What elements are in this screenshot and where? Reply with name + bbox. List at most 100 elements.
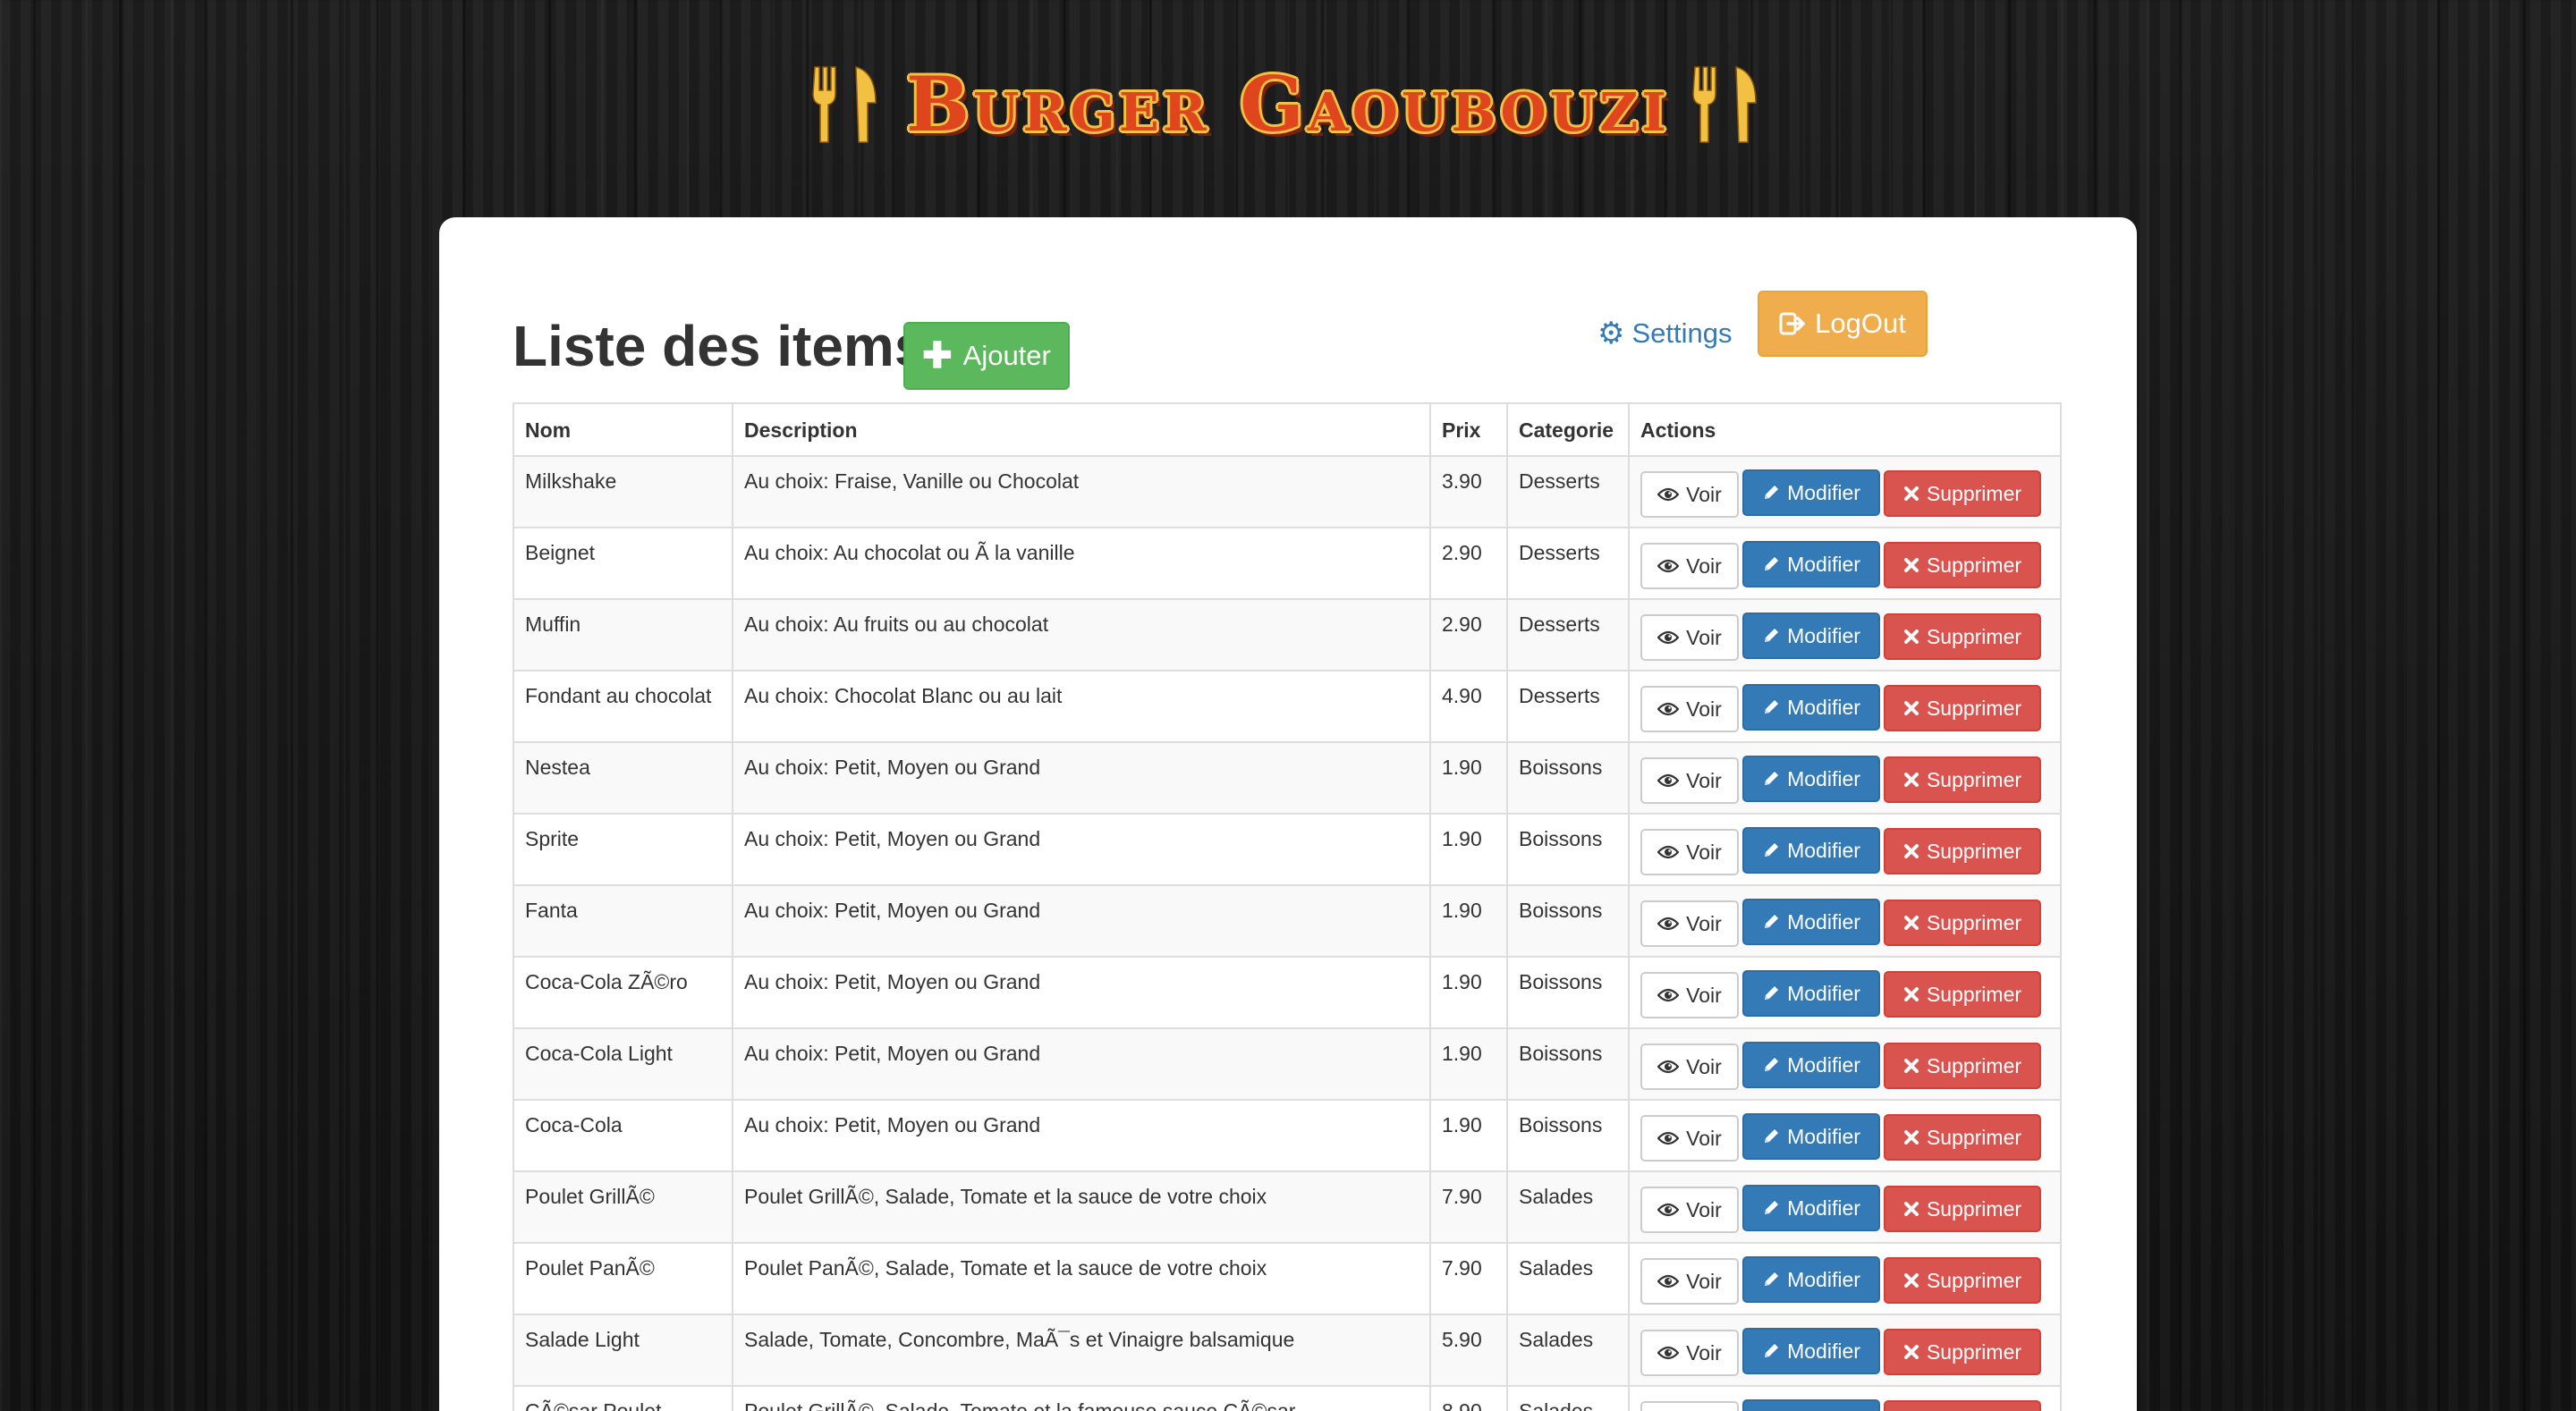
edit-button[interactable]: Modifier xyxy=(1742,756,1880,802)
cell-categorie: Desserts xyxy=(1506,455,1630,528)
edit-button[interactable]: Modifier xyxy=(1742,970,1880,1017)
delete-button[interactable]: Supprimer xyxy=(1884,1114,2041,1161)
cell-nom: Fondant au chocolat xyxy=(513,670,733,743)
cell-actions: Voir Modifier Supprimer xyxy=(1628,670,2062,743)
column-header-nom: Nom xyxy=(513,402,733,457)
table-row: Coca-Cola Au choix: Petit, Moyen ou Grand… xyxy=(513,1099,2062,1172)
view-button[interactable]: Voir xyxy=(1640,614,1739,661)
column-header-prix: Prix xyxy=(1429,402,1508,457)
cell-description: Poulet GrillÃ©, Salade, Tomate et la sau… xyxy=(732,1170,1431,1244)
cell-description: Au choix: Petit, Moyen ou Grand xyxy=(732,813,1431,886)
delete-button[interactable]: Supprimer xyxy=(1884,1329,2041,1375)
edit-button[interactable]: Modifier xyxy=(1742,1328,1880,1374)
delete-label: Supprimer xyxy=(1926,624,2022,648)
edit-button[interactable]: Modifier xyxy=(1742,1113,1880,1160)
delete-button[interactable]: Supprimer xyxy=(1884,1186,2041,1232)
table-row: Beignet Au choix: Au chocolat ou Ã la van… xyxy=(513,527,2062,600)
pencil-icon xyxy=(1765,843,1779,857)
logout-button[interactable]: LogOut xyxy=(1758,291,1928,357)
cell-categorie: Desserts xyxy=(1506,527,1630,600)
table-row: Milkshake Au choix: Fraise, Vanille ou Ch… xyxy=(513,455,2062,528)
pencil-icon xyxy=(1765,1129,1779,1143)
view-button[interactable]: Voir xyxy=(1640,900,1739,947)
cell-categorie: Boissons xyxy=(1506,884,1630,958)
edit-button[interactable]: Modifier xyxy=(1742,1185,1880,1231)
pencil-icon xyxy=(1765,557,1779,570)
edit-button[interactable]: Modifier xyxy=(1742,1399,1880,1411)
eye-icon xyxy=(1657,1131,1680,1145)
cell-nom: Milkshake xyxy=(513,455,733,528)
edit-button[interactable]: Modifier xyxy=(1742,1256,1880,1303)
delete-label: Supprimer xyxy=(1926,481,2022,505)
cell-actions: Voir Modifier Supprimer xyxy=(1628,598,2062,672)
cell-description: Au choix: Petit, Moyen ou Grand xyxy=(732,956,1431,1029)
edit-button[interactable]: Modifier xyxy=(1742,684,1880,731)
main-panel: Liste des items ✚ Ajouter ⚙ Settings Log… xyxy=(439,217,2137,1411)
view-button[interactable]: Voir xyxy=(1640,1187,1739,1233)
brand-title: Burger Gaoubouzi xyxy=(906,60,1670,148)
delete-button[interactable]: Supprimer xyxy=(1884,756,2041,803)
delete-button[interactable]: Supprimer xyxy=(1884,828,2041,874)
delete-button[interactable]: Supprimer xyxy=(1884,613,2041,660)
delete-button[interactable]: Supprimer xyxy=(1884,1400,2041,1411)
fork-knife-icon xyxy=(1690,63,1767,146)
cell-prix: 1.90 xyxy=(1429,1027,1508,1101)
table-row: Poulet PanÃ© Poulet PanÃ©, Salade, Tomate… xyxy=(513,1242,2062,1315)
edit-button[interactable]: Modifier xyxy=(1742,469,1880,516)
delete-button[interactable]: Supprimer xyxy=(1884,1043,2041,1089)
view-button[interactable]: Voir xyxy=(1640,1043,1739,1090)
add-item-button[interactable]: ✚ Ajouter xyxy=(903,322,1070,390)
view-button[interactable]: Voir xyxy=(1640,543,1739,589)
edit-label: Modifier xyxy=(1787,1052,1860,1077)
delete-button[interactable]: Supprimer xyxy=(1884,1257,2041,1304)
eye-icon xyxy=(1657,1203,1680,1217)
view-label: Voir xyxy=(1686,1340,1722,1365)
view-button[interactable]: Voir xyxy=(1640,1115,1739,1162)
edit-button[interactable]: Modifier xyxy=(1742,899,1880,945)
view-button[interactable]: Voir xyxy=(1640,972,1739,1018)
view-button[interactable]: Voir xyxy=(1640,1258,1739,1305)
cell-prix: 1.90 xyxy=(1429,884,1508,958)
edit-button[interactable]: Modifier xyxy=(1742,613,1880,659)
plus-icon: ✚ xyxy=(922,336,953,376)
cell-description: Poulet GrillÃ©, Salade, Tomate et la fam… xyxy=(732,1385,1431,1411)
eye-icon xyxy=(1657,487,1680,502)
view-button[interactable]: Voir xyxy=(1640,686,1739,732)
pencil-icon xyxy=(1765,486,1779,499)
view-label: Voir xyxy=(1686,553,1722,578)
cell-categorie: Salades xyxy=(1506,1314,1630,1387)
cell-nom: Coca-Cola ZÃ©ro xyxy=(513,956,733,1029)
settings-link[interactable]: ⚙ Settings xyxy=(1597,305,1733,362)
delete-label: Supprimer xyxy=(1926,910,2022,934)
delete-button[interactable]: Supprimer xyxy=(1884,685,2041,731)
edit-button[interactable]: Modifier xyxy=(1742,827,1880,874)
close-icon xyxy=(1903,1273,1919,1288)
view-button[interactable]: Voir xyxy=(1640,1330,1739,1376)
cell-description: Au choix: Petit, Moyen ou Grand xyxy=(732,1099,1431,1172)
edit-label: Modifier xyxy=(1787,1339,1860,1363)
delete-button[interactable]: Supprimer xyxy=(1884,900,2041,946)
cell-nom: Poulet PanÃ© xyxy=(513,1242,733,1315)
items-table: Nom Description Prix Categorie Actions M… xyxy=(513,402,2062,1411)
view-button[interactable]: Voir xyxy=(1640,1401,1739,1411)
edit-button[interactable]: Modifier xyxy=(1742,1042,1880,1088)
view-button[interactable]: Voir xyxy=(1640,471,1739,518)
cell-nom: CÃ©sar Poulet xyxy=(513,1385,733,1411)
delete-button[interactable]: Supprimer xyxy=(1884,470,2041,517)
cell-nom: Nestea xyxy=(513,741,733,815)
close-icon xyxy=(1903,1202,1919,1216)
cell-description: Au choix: Petit, Moyen ou Grand xyxy=(732,741,1431,815)
delete-label: Supprimer xyxy=(1926,1339,2022,1364)
cell-categorie: Boissons xyxy=(1506,741,1630,815)
delete-button[interactable]: Supprimer xyxy=(1884,971,2041,1018)
cell-prix: 7.90 xyxy=(1429,1242,1508,1315)
table-row: Coca-Cola ZÃ©ro Au choix: Petit, Moyen ou… xyxy=(513,956,2062,1029)
edit-label: Modifier xyxy=(1787,695,1860,719)
edit-button[interactable]: Modifier xyxy=(1742,541,1880,587)
cell-description: Au choix: Fraise, Vanille ou Chocolat xyxy=(732,455,1431,528)
view-button[interactable]: Voir xyxy=(1640,757,1739,804)
pencil-icon xyxy=(1765,629,1779,642)
close-icon xyxy=(1903,916,1919,930)
view-button[interactable]: Voir xyxy=(1640,829,1739,875)
delete-button[interactable]: Supprimer xyxy=(1884,542,2041,588)
